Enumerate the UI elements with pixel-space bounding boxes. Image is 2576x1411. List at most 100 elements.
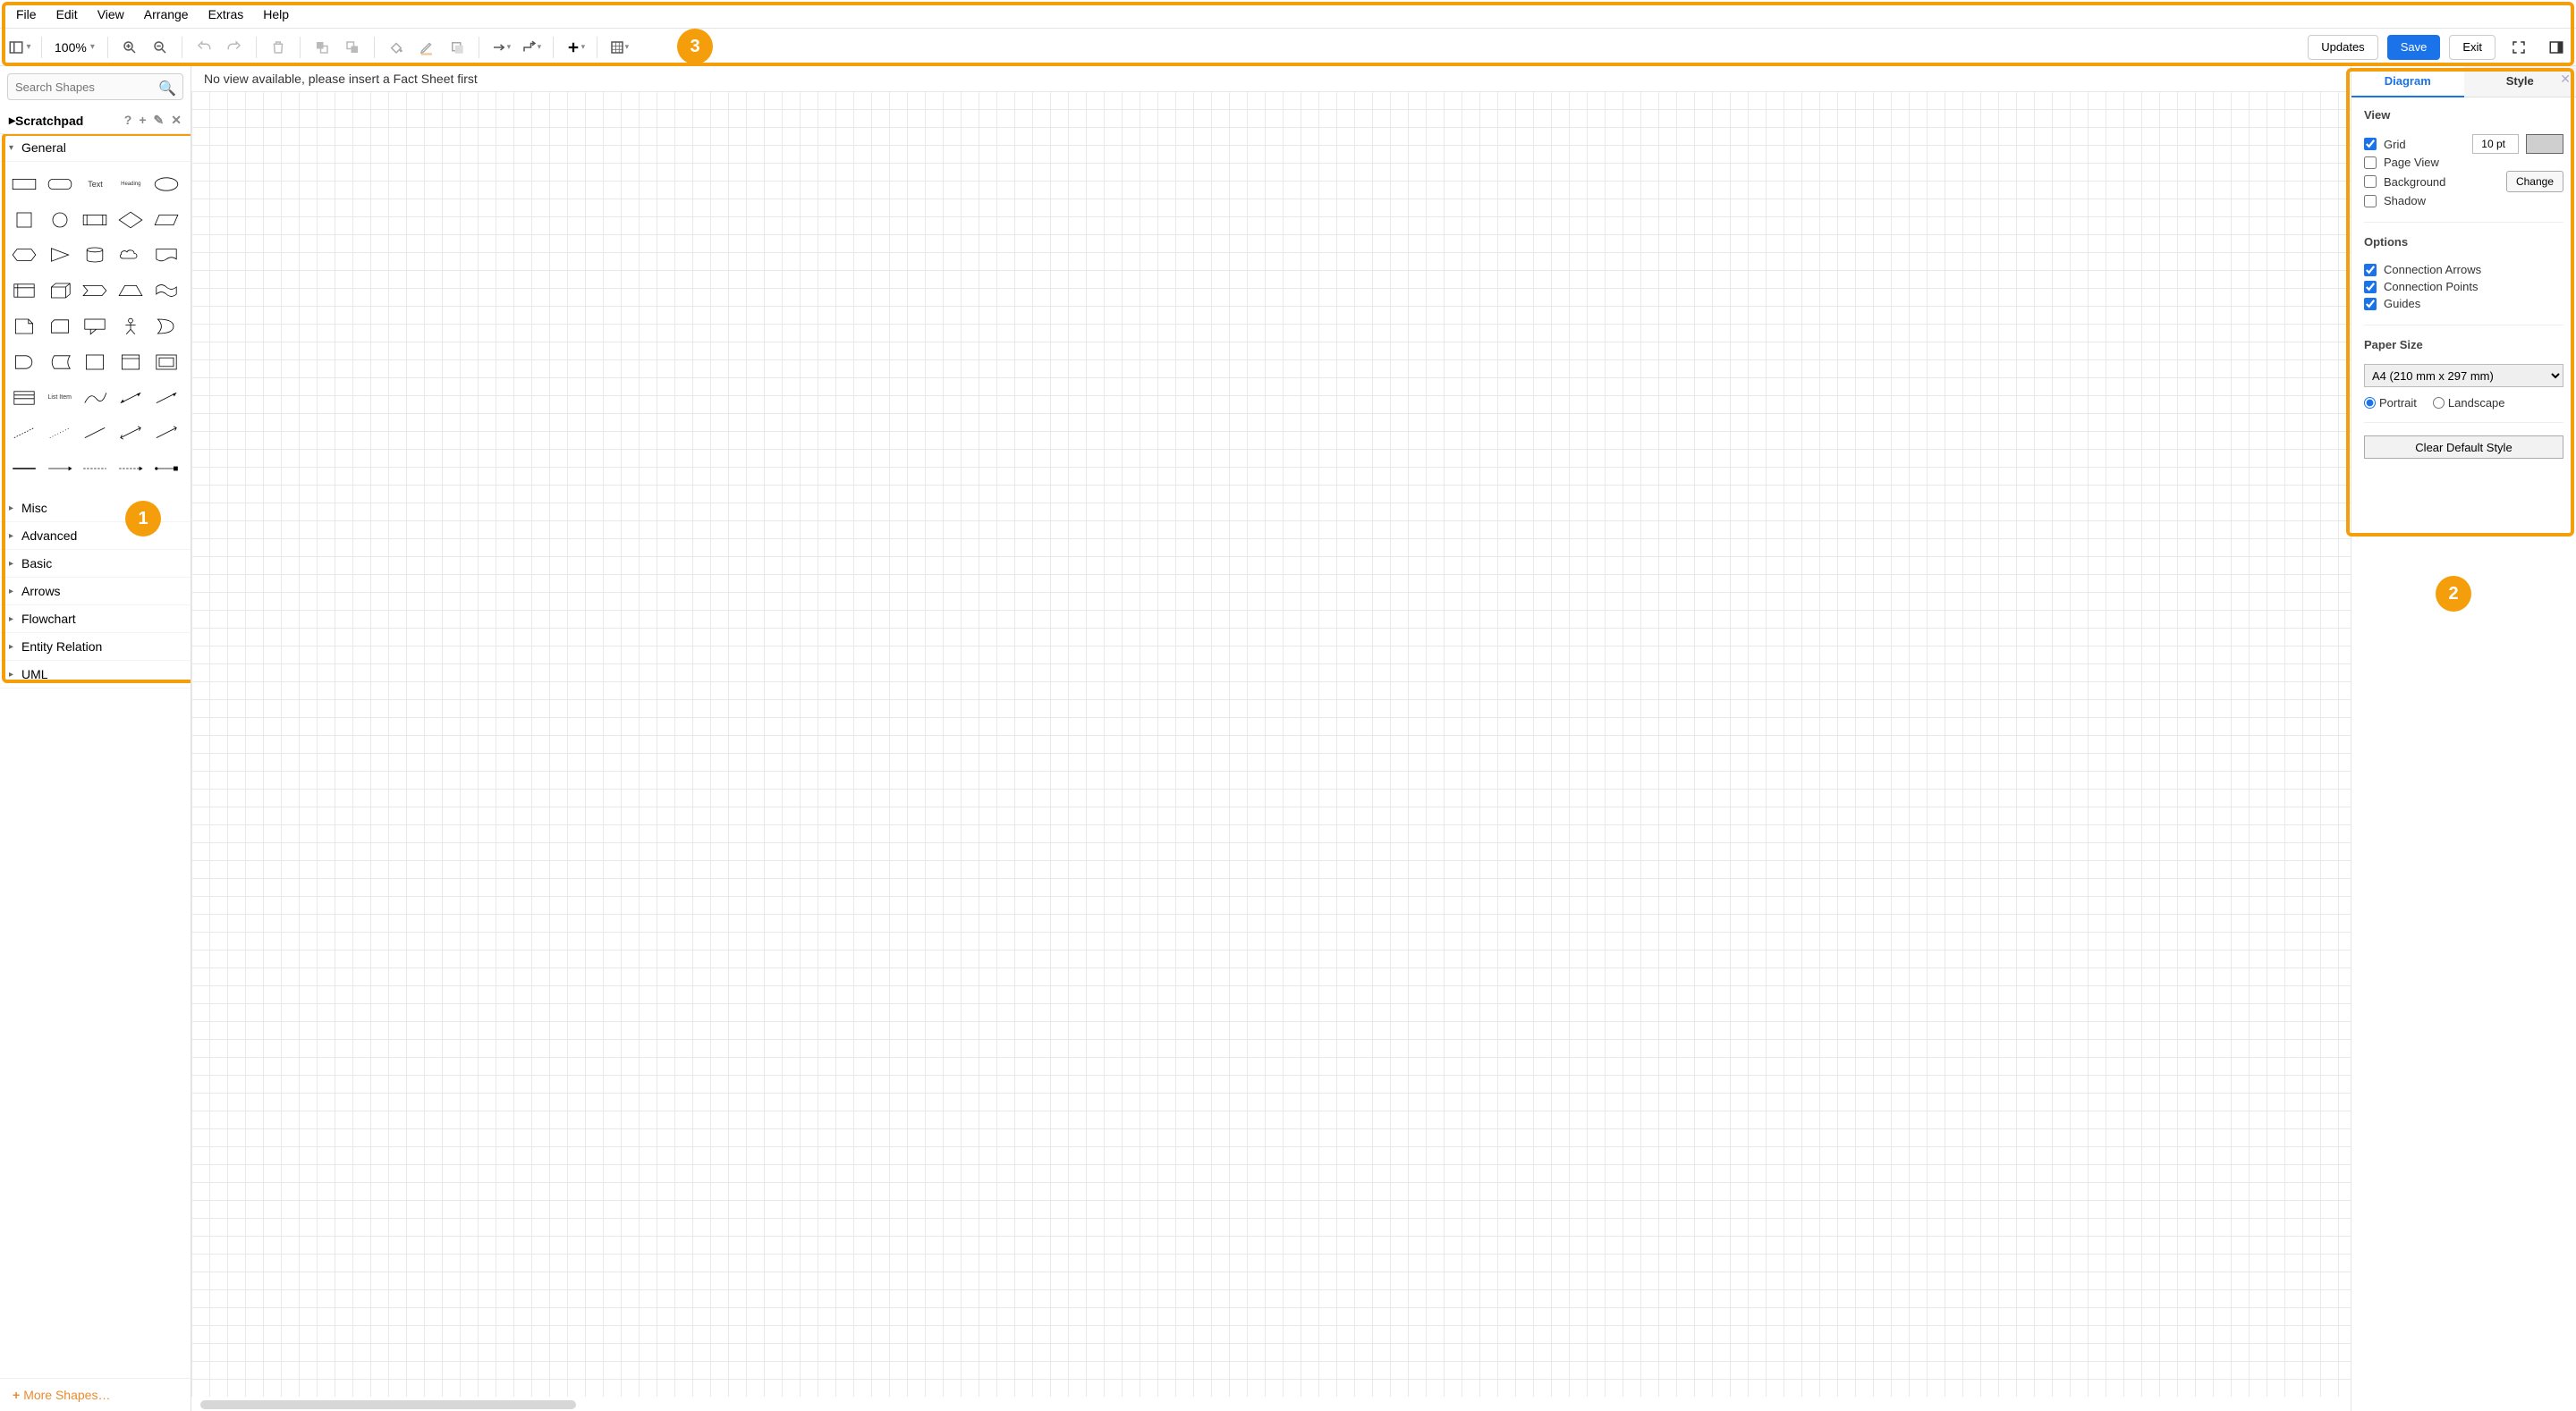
shape-link1[interactable]: [9, 453, 39, 484]
category-general[interactable]: ▾ General: [0, 134, 191, 162]
shape-note[interactable]: [9, 311, 39, 342]
shape-curve[interactable]: [80, 383, 111, 413]
menu-arrange[interactable]: Arrange: [135, 4, 198, 25]
shape-process[interactable]: [80, 205, 111, 235]
category-uml[interactable]: ▸UML: [0, 661, 191, 689]
shadow-button[interactable]: [443, 33, 471, 62]
shape-data-storage[interactable]: [45, 347, 75, 377]
grid-checkbox[interactable]: [2364, 138, 2377, 150]
clear-default-style-button[interactable]: Clear Default Style: [2364, 435, 2563, 459]
horizontal-scrollbar[interactable]: [200, 1400, 576, 1409]
to-front-button[interactable]: [308, 33, 336, 62]
category-entity-relation[interactable]: ▸Entity Relation: [0, 633, 191, 661]
table-button[interactable]: ▾: [605, 33, 633, 62]
format-panel-toggle[interactable]: [2542, 33, 2571, 62]
exit-button[interactable]: Exit: [2449, 35, 2496, 60]
connection-style-button[interactable]: ▾: [487, 33, 515, 62]
shape-cylinder[interactable]: [80, 241, 111, 271]
scratchpad-add-button[interactable]: +: [139, 113, 146, 128]
shape-list-item[interactable]: List Item: [45, 383, 75, 413]
shape-trapezoid[interactable]: [115, 275, 146, 306]
shape-link4[interactable]: [115, 453, 146, 484]
shape-container[interactable]: [80, 347, 111, 377]
shape-line[interactable]: [80, 418, 111, 449]
paper-size-select[interactable]: A4 (210 mm x 297 mm): [2364, 364, 2563, 387]
shape-arrow[interactable]: [151, 383, 182, 413]
menu-edit[interactable]: Edit: [47, 4, 87, 25]
shape-parallelogram[interactable]: [151, 205, 182, 235]
connection-arrows-checkbox[interactable]: [2364, 264, 2377, 276]
shape-triangle[interactable]: [45, 241, 75, 271]
category-arrows[interactable]: ▸Arrows: [0, 578, 191, 605]
fill-color-button[interactable]: [382, 33, 411, 62]
background-change-button[interactable]: Change: [2506, 171, 2563, 192]
shape-text[interactable]: Text: [80, 169, 111, 199]
shape-list[interactable]: [9, 383, 39, 413]
scratchpad-help-button[interactable]: ?: [124, 113, 132, 128]
shape-or[interactable]: [151, 311, 182, 342]
menu-file[interactable]: File: [7, 4, 46, 25]
background-checkbox[interactable]: [2364, 175, 2377, 188]
shape-card[interactable]: [45, 311, 75, 342]
shape-diamond[interactable]: [115, 205, 146, 235]
shape-link5[interactable]: [151, 453, 182, 484]
zoom-out-button[interactable]: [146, 33, 174, 62]
shape-tape[interactable]: [151, 275, 182, 306]
portrait-radio[interactable]: [2364, 397, 2376, 409]
shape-dashed-line[interactable]: [9, 418, 39, 449]
shape-hexagon[interactable]: [9, 241, 39, 271]
waypoint-style-button[interactable]: ▾: [517, 33, 546, 62]
category-advanced[interactable]: ▸Advanced: [0, 522, 191, 550]
shape-step[interactable]: [80, 275, 111, 306]
shape-and[interactable]: [9, 347, 39, 377]
category-flowchart[interactable]: ▸Flowchart: [0, 605, 191, 633]
redo-button[interactable]: [220, 33, 249, 62]
shape-callout[interactable]: [80, 311, 111, 342]
updates-button[interactable]: Updates: [2308, 35, 2377, 60]
sidebar-toggle-button[interactable]: ▾: [5, 33, 34, 62]
undo-button[interactable]: [190, 33, 218, 62]
shape-actor[interactable]: [115, 311, 146, 342]
grid-size-input[interactable]: [2472, 134, 2519, 154]
shape-rounded-rectangle[interactable]: [45, 169, 75, 199]
menu-view[interactable]: View: [89, 4, 133, 25]
tab-close-button[interactable]: ✕: [2560, 72, 2571, 87]
shape-circle[interactable]: [45, 205, 75, 235]
shape-internal-storage[interactable]: [9, 275, 39, 306]
category-misc[interactable]: ▸Misc: [0, 494, 191, 522]
shape-categories-scroll[interactable]: 1 ▾ General Text Heading: [0, 134, 191, 1378]
scratchpad-edit-button[interactable]: ✎: [154, 113, 165, 128]
zoom-dropdown[interactable]: 100%▾: [49, 40, 100, 55]
to-back-button[interactable]: [338, 33, 367, 62]
menu-extras[interactable]: Extras: [199, 4, 253, 25]
shape-titled-container[interactable]: [115, 347, 146, 377]
shape-dotted-line[interactable]: [45, 418, 75, 449]
shape-square[interactable]: [9, 205, 39, 235]
shape-link2[interactable]: [45, 453, 75, 484]
shadow-checkbox[interactable]: [2364, 195, 2377, 207]
connection-points-checkbox[interactable]: [2364, 281, 2377, 293]
shape-directional-connector[interactable]: [151, 418, 182, 449]
category-basic[interactable]: ▸Basic: [0, 550, 191, 578]
pageview-checkbox[interactable]: [2364, 156, 2377, 169]
line-color-button[interactable]: [412, 33, 441, 62]
save-button[interactable]: Save: [2387, 35, 2441, 60]
scratchpad-close-button[interactable]: ✕: [171, 113, 182, 128]
shape-ellipse[interactable]: [151, 169, 182, 199]
shape-rectangle[interactable]: [9, 169, 39, 199]
canvas-grid[interactable]: [191, 91, 2351, 1397]
shape-cube[interactable]: [45, 275, 75, 306]
scratchpad-header[interactable]: ▸ Scratchpad ? + ✎ ✕: [0, 107, 191, 134]
insert-button[interactable]: ▾: [561, 33, 589, 62]
shape-link3[interactable]: [80, 453, 111, 484]
tab-style[interactable]: Style: [2464, 66, 2576, 97]
landscape-radio[interactable]: [2433, 397, 2445, 409]
guides-checkbox[interactable]: [2364, 298, 2377, 310]
search-shapes-input[interactable]: [7, 73, 183, 100]
shape-frame[interactable]: [151, 347, 182, 377]
shape-bidir-connector[interactable]: [115, 418, 146, 449]
menu-help[interactable]: Help: [254, 4, 298, 25]
shape-textbox[interactable]: Heading: [115, 169, 146, 199]
grid-color-swatch[interactable]: [2526, 134, 2563, 154]
canvas-area[interactable]: No view available, please insert a Fact …: [191, 66, 2351, 1411]
